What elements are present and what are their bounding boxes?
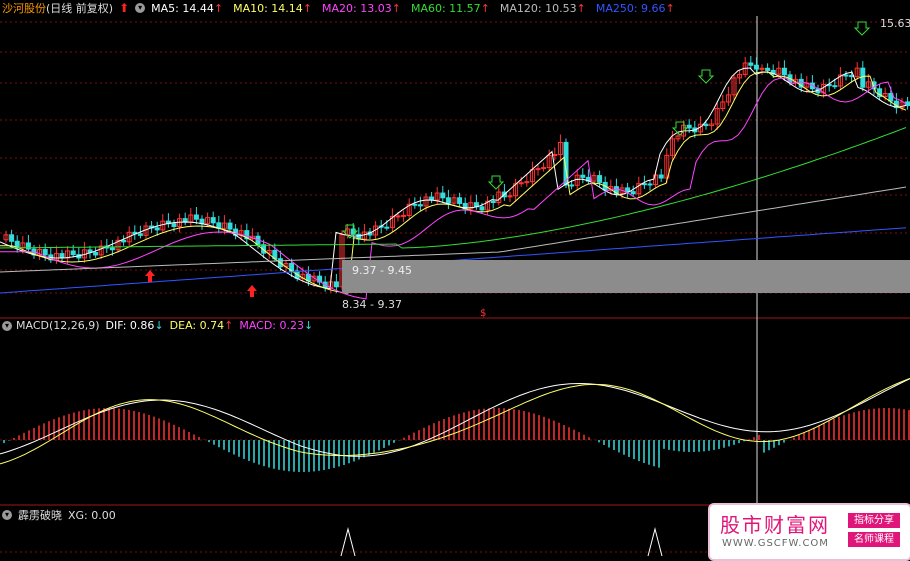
watermark-title: 股市财富网 [720, 513, 830, 537]
candle-body [490, 200, 496, 204]
candle-body [843, 74, 849, 77]
ma-legend-item: MA60: 11.57↑ [410, 1, 490, 15]
candle-body [641, 183, 647, 186]
candle-body [888, 93, 894, 102]
macd-value: MACD: 0.23↓ [239, 319, 313, 332]
candle-body [905, 101, 910, 107]
macd-label: MACD: 0.23 [239, 319, 304, 332]
sell-arrow-icon [853, 21, 871, 36]
xg-title[interactable]: 霹雳破晓 [18, 507, 62, 523]
candle-body [227, 222, 233, 230]
stock-name[interactable]: 沙河股份 [2, 0, 46, 16]
ma-legend-item: MA10: 14.14↑ [233, 1, 313, 15]
price-header: 沙河股份 (日线 前复权) ⬆ ▾ MA5: 14.44↑ MA10: 14.14… [0, 0, 910, 16]
candle-body [154, 227, 160, 231]
ma-legend-item: MA20: 13.03↑ [322, 1, 401, 15]
dif-label: DIF: 0.86 [105, 319, 155, 332]
candle-body [630, 191, 636, 195]
up-arrow-icon: ↑ [391, 1, 401, 15]
candle-body [109, 247, 115, 251]
macd-header: ▾ MACD(12,26,9) DIF: 0.86↓ DEA: 0.74↑ MA… [0, 319, 910, 332]
ma-legend-item: MA5: 14.44↑ [151, 1, 224, 15]
candle-body [703, 123, 709, 127]
candle-body [93, 252, 99, 256]
candle-body [333, 281, 339, 288]
down-arrow-icon: ↓ [154, 319, 164, 332]
candle-body [412, 203, 418, 206]
ma5-line [0, 67, 907, 290]
watermark: 股市财富网 WWW.GSCFW.COM 指标分享 名师课程 [708, 503, 910, 561]
up-arrow-icon: ↑ [213, 1, 224, 15]
candle-body [59, 253, 65, 259]
up-arrow-icon: ↑ [576, 1, 586, 15]
candle-body [417, 204, 423, 207]
candle-body [395, 215, 401, 218]
ma-legend-item: MA120: 10.53↑ [499, 1, 586, 15]
up-arrow-icon: ↑ [665, 1, 675, 15]
buy-arrow-icon [247, 285, 257, 297]
watermark-url: WWW.GSCFW.COM [722, 538, 829, 549]
up-arrow-icon: ↑ [480, 1, 490, 15]
candle-body [569, 184, 575, 187]
high-price-label: 15.63 [880, 17, 910, 30]
down-arrow-icon: ↓ [304, 319, 314, 332]
range-box [342, 260, 910, 293]
macd-title[interactable]: MACD(12,26,9) [16, 319, 100, 332]
candle-body [457, 197, 463, 204]
chevron-down-icon[interactable]: ▾ [2, 320, 12, 331]
candle-body [765, 67, 771, 71]
sell-arrow-icon [697, 69, 715, 84]
macd-panel-graphics [0, 377, 910, 472]
dif-value: DIF: 0.86↓ [106, 319, 164, 332]
xg-value: XG: 0.00 [68, 508, 116, 522]
chart-canvas[interactable] [0, 0, 910, 559]
candle-body [210, 217, 216, 224]
candle-body [384, 226, 390, 229]
ma-legend-item: MA250: 9.66↑ [595, 1, 675, 15]
candle-body [137, 233, 143, 236]
candle-body [445, 197, 451, 204]
candle-body [832, 85, 838, 88]
candle-body [597, 175, 603, 183]
candle-body [781, 67, 787, 76]
watermark-tag-2: 名师课程 [848, 532, 900, 547]
range-label: 9.37 - 9.45 [352, 264, 412, 277]
sell-arrow-icon [487, 175, 505, 190]
candle-body [860, 67, 866, 88]
candle-body [759, 67, 765, 70]
dea-line [0, 377, 910, 465]
candle-body [580, 174, 586, 178]
dea-label: DEA: 0.74 [169, 319, 225, 332]
period-label[interactable]: (日线 前复权) [46, 0, 113, 16]
candle-body [658, 174, 664, 179]
dea-value: DEA: 0.74↑ [170, 319, 234, 332]
candle-body [193, 214, 199, 220]
dollar-marker: $ [480, 308, 487, 319]
candle-body [401, 214, 407, 217]
candle-body [9, 234, 15, 242]
watermark-tag-1: 指标分享 [848, 513, 900, 528]
candle-body [42, 249, 48, 256]
candle-body [440, 192, 446, 199]
xg-spike [340, 527, 356, 557]
candle-body [753, 64, 759, 70]
buy-arrow-icon [145, 270, 155, 282]
candle-body [647, 183, 653, 186]
overlay-marks [145, 21, 910, 297]
candle-body [479, 206, 485, 211]
candle-body [70, 250, 76, 256]
candle-body [748, 62, 754, 66]
up-arrow-icon: ⬆ [119, 1, 130, 15]
candle-body [171, 223, 177, 228]
sell-arrow-icon [671, 121, 689, 136]
candle-body [121, 239, 127, 243]
low-price-label: 8.34 - 9.37 [342, 298, 402, 311]
up-arrow-icon: ↑ [224, 319, 234, 332]
ma-legend: MA5: 14.44↑ MA10: 14.14↑ MA20: 13.03↑ MA60:… [151, 2, 675, 15]
chevron-down-icon[interactable]: ▾ [135, 3, 146, 13]
ma60-line [0, 127, 907, 249]
chevron-down-icon[interactable]: ▾ [2, 510, 12, 520]
up-arrow-icon: ↑ [302, 1, 313, 15]
candle-body [625, 187, 631, 193]
